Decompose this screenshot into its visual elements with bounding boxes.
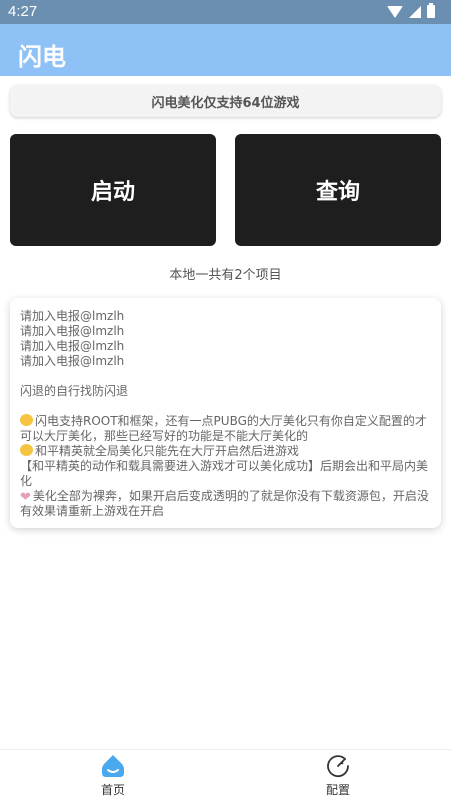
project-count: 本地一共有2个项目 — [169, 268, 282, 283]
card-line-with-emoji: ❤ 美化全部为裸奔，如果开启后变成透明的了就是你没有下载资源包，开启没有效果请重新… — [20, 489, 431, 519]
card-line-with-emoji: 和平精英就全局美化只能先在大厅开启然后进游戏 — [20, 444, 431, 459]
card-line-text: 美化全部为裸奔，如果开启后变成透明的了就是你没有下载资源包，开启没有效果请重新上… — [20, 489, 429, 518]
card-line-text: 闪电支持ROOT和框架，还有一点PUBG的大厅美化只有你自定义配置的才可以大厅美… — [20, 414, 427, 443]
app-bar: 闪电 — [0, 24, 451, 76]
battery-icon — [427, 3, 435, 18]
nav-config[interactable]: 配置 — [308, 754, 368, 798]
status-bar: 4:27 — [0, 0, 451, 24]
home-icon — [102, 755, 124, 777]
card-line: 请加入电报@lmzlh — [20, 339, 125, 353]
start-button[interactable]: 启动 — [10, 134, 216, 246]
heart-emoji-icon: ❤ — [20, 490, 31, 505]
card-line-text: 和平精英就全局美化只能先在大厅开启然后进游戏 — [35, 444, 300, 458]
signal-icon — [409, 5, 421, 18]
notice-banner: 闪电美化仅支持64位游戏 — [10, 85, 441, 117]
status-icons — [387, 3, 435, 18]
card-spacer — [20, 399, 431, 414]
bottom-nav: 首页 配置 — [0, 749, 451, 802]
card-line: 请加入电报@lmzlh — [20, 324, 125, 338]
info-card: 请加入电报@lmzlh 请加入电报@lmzlh 请加入电报@lmzlh 请加入电… — [10, 298, 441, 528]
card-line: 【和平精英的动作和载具需要进入游戏才可以美化成功】后期会出和平局内美化 — [20, 459, 429, 488]
app-title: 闪电 — [18, 43, 66, 71]
card-line-with-emoji: 闪电支持ROOT和框架，还有一点PUBG的大厅美化只有你自定义配置的才可以大厅美… — [20, 414, 431, 444]
card-line: 请加入电报@lmzlh — [20, 309, 125, 323]
query-button[interactable]: 查询 — [235, 134, 441, 246]
nav-config-label: 配置 — [325, 783, 350, 797]
thinking-emoji-icon — [20, 444, 33, 456]
card-line: 请加入电报@lmzlh — [20, 354, 125, 368]
nav-home[interactable]: 首页 — [83, 754, 143, 798]
wifi-icon — [387, 5, 403, 18]
smile-emoji-icon — [20, 414, 33, 426]
card-spacer — [20, 369, 431, 384]
card-line: 闪退的自行找防闪退 — [20, 384, 129, 398]
status-time: 4:27 — [8, 3, 38, 20]
config-icon — [327, 755, 349, 778]
nav-home-label: 首页 — [100, 783, 125, 797]
